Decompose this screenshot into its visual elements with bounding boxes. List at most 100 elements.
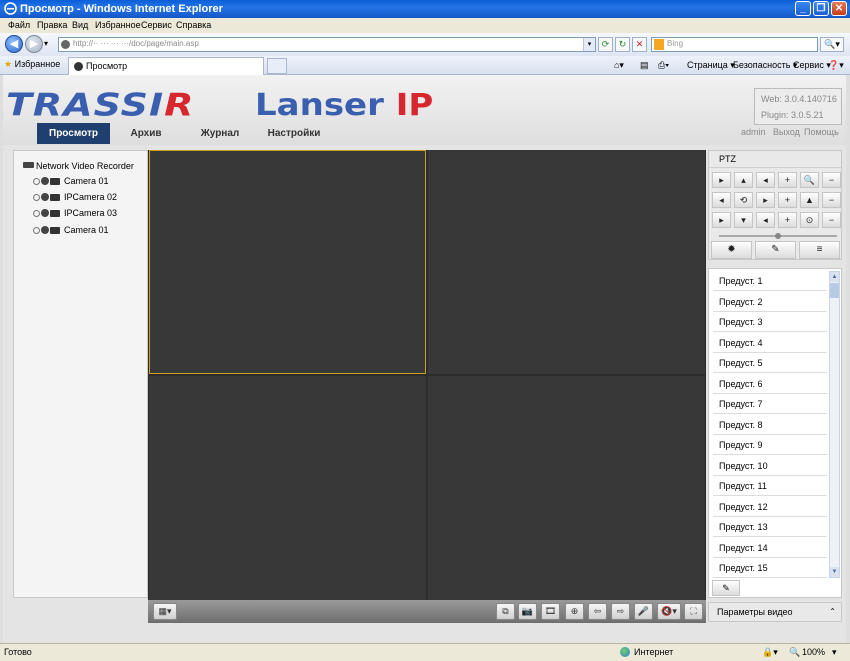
tree-camera-2[interactable]: IPCamera 02 <box>33 192 117 202</box>
preset-item[interactable]: Предуст. 13 <box>713 517 827 537</box>
scroll-up-icon[interactable]: ▲ <box>830 272 839 282</box>
preset-item[interactable]: Предуст. 6 <box>713 374 827 394</box>
favorites-button[interactable]: ★ Избранное <box>4 59 60 70</box>
preset-item[interactable]: Предуст. 10 <box>713 456 827 476</box>
ptz-light-button[interactable]: ✹ <box>711 241 752 259</box>
preset-item[interactable]: Предуст. 4 <box>713 333 827 353</box>
help-menu[interactable]: ❓▾ <box>828 60 844 71</box>
stop-icon[interactable]: ✕ <box>632 37 647 52</box>
record-button[interactable]: 🎞 <box>541 603 560 620</box>
ptz-focus-icon-button[interactable]: ▲ <box>800 192 819 208</box>
minimize-button[interactable]: _ <box>795 1 811 16</box>
nav-archive[interactable]: Архив <box>116 123 176 144</box>
back-button[interactable]: ◀ <box>5 35 23 53</box>
menu-view[interactable]: Вид <box>72 20 88 30</box>
preset-edit-button[interactable]: ✎ <box>712 580 740 596</box>
menu-edit[interactable]: Правка <box>37 20 67 30</box>
refresh-icon[interactable]: ↻ <box>615 37 630 52</box>
preset-item[interactable]: Предуст. 15 <box>713 558 827 578</box>
video-pane-1[interactable] <box>149 150 426 374</box>
nav-journal[interactable]: Журнал <box>188 123 252 144</box>
ptz-zoom-out-button[interactable]: − <box>822 172 841 188</box>
mute-button[interactable]: 🔇▾ <box>657 603 681 620</box>
ptz-pan-right-2-button[interactable]: ▸ <box>756 192 775 208</box>
ptz-auto-scan-button[interactable]: ⟲ <box>734 192 753 208</box>
fullscreen-button[interactable]: ⛶ <box>684 603 703 620</box>
prev-page-button[interactable]: ⇦ <box>588 603 607 620</box>
ptz-menu-button[interactable]: ≡ <box>799 241 840 259</box>
digital-zoom-button[interactable]: ⊕ <box>565 603 584 620</box>
video-pane-4[interactable] <box>428 376 705 600</box>
ptz-zoom-icon-button[interactable]: 🔍 <box>800 172 819 188</box>
video-params-panel[interactable]: Параметры видео ⌃ <box>708 602 842 622</box>
address-field[interactable]: http://·· ··· ··· ···/doc/page/main.asp … <box>58 37 596 52</box>
microphone-button[interactable]: 🎤 <box>634 603 653 620</box>
stop-all-button[interactable]: ⧉ <box>496 603 515 620</box>
ptz-wiper-button[interactable]: ✎ <box>755 241 796 259</box>
close-button[interactable]: ✕ <box>831 1 847 16</box>
ptz-iris-close-button[interactable]: − <box>822 212 841 228</box>
logout-link[interactable]: Выход <box>773 127 800 137</box>
rss-icon[interactable]: ▤ <box>640 60 649 71</box>
tools-menu[interactable]: Сервис ▾ <box>793 60 831 71</box>
ptz-tilt-down-button[interactable]: ▾ <box>734 212 753 228</box>
ptz-zoom-in-button[interactable]: + <box>778 172 797 188</box>
ptz-pan-right-3-button[interactable]: ▸ <box>712 212 731 228</box>
zoom-dropdown-icon[interactable]: ▾ <box>832 647 837 658</box>
preset-item[interactable]: Предуст. 11 <box>713 476 827 496</box>
compat-view-icon[interactable]: ⟳ <box>598 37 613 52</box>
help-link[interactable]: Помощь <box>804 127 839 137</box>
nav-settings[interactable]: Настройки <box>258 123 330 144</box>
ptz-pan-left-button[interactable]: ◂ <box>756 172 775 188</box>
tab-main[interactable]: Просмотр <box>68 57 264 75</box>
preset-item[interactable]: Предуст. 1 <box>713 271 827 291</box>
history-dropdown[interactable]: ▾ <box>44 39 48 48</box>
slider-knob[interactable] <box>775 233 781 239</box>
tree-camera-1[interactable]: Camera 01 <box>33 176 109 186</box>
preset-item[interactable]: Предуст. 7 <box>713 394 827 414</box>
search-box[interactable]: Bing <box>651 37 818 52</box>
ptz-pan-right-button[interactable]: ▸ <box>712 172 731 188</box>
tree-camera-3[interactable]: IPCamera 03 <box>33 208 117 218</box>
preset-item[interactable]: Предуст. 9 <box>713 435 827 455</box>
ptz-pan-left-3-button[interactable]: ◂ <box>756 212 775 228</box>
search-button[interactable]: 🔍▾ <box>820 37 844 52</box>
ptz-focus-far-button[interactable]: − <box>822 192 841 208</box>
ptz-speed-slider[interactable] <box>713 233 839 239</box>
preset-item[interactable]: Предуст. 5 <box>713 353 827 373</box>
video-pane-3[interactable] <box>149 376 426 600</box>
snapshot-button[interactable]: 📷 <box>518 603 537 620</box>
menu-tools[interactable]: Сервис <box>141 20 172 30</box>
preset-item[interactable]: Предуст. 3 <box>713 312 827 332</box>
tree-root-nvr[interactable]: Network Video Recorder <box>23 161 134 171</box>
scroll-down-icon[interactable]: ▼ <box>830 567 839 577</box>
preset-item[interactable]: Предуст. 2 <box>713 292 827 312</box>
ptz-focus-near-button[interactable]: + <box>778 192 797 208</box>
preset-item[interactable]: Предуст. 12 <box>713 497 827 517</box>
protected-mode-icon[interactable]: 🔒▾ <box>762 647 778 658</box>
page-menu[interactable]: Страница ▾ <box>687 60 735 71</box>
menu-help[interactable]: Справка <box>176 20 211 30</box>
layout-button[interactable]: ▦▾ <box>153 603 177 620</box>
home-icon[interactable]: ⌂▾ <box>614 60 624 71</box>
maximize-button[interactable]: ❐ <box>813 1 829 16</box>
ptz-iris-icon-button[interactable]: ⊙ <box>800 212 819 228</box>
new-tab-button[interactable] <box>267 58 287 74</box>
scroll-thumb[interactable] <box>830 283 839 298</box>
ptz-iris-open-button[interactable]: + <box>778 212 797 228</box>
forward-button[interactable]: ▶ <box>25 35 43 53</box>
next-page-button[interactable]: ⇨ <box>611 603 630 620</box>
ptz-pan-left-2-button[interactable]: ◂ <box>712 192 731 208</box>
ptz-tilt-up-button[interactable]: ▴ <box>734 172 753 188</box>
print-icon[interactable]: ⎙▾ <box>658 60 669 71</box>
address-dropdown-icon[interactable]: ▾ <box>583 38 595 51</box>
video-pane-2[interactable] <box>428 150 705 374</box>
security-menu[interactable]: Безопасность ▾ <box>733 60 797 71</box>
nav-live-view[interactable]: Просмотр <box>37 123 110 144</box>
menu-favorites[interactable]: Избранное <box>95 20 141 30</box>
preset-item[interactable]: Предуст. 8 <box>713 415 827 435</box>
tree-camera-4[interactable]: Camera 01 <box>33 225 109 235</box>
preset-item[interactable]: Предуст. 14 <box>713 538 827 558</box>
menu-file[interactable]: Файл <box>8 20 30 30</box>
zoom-level[interactable]: 100% <box>802 647 825 657</box>
